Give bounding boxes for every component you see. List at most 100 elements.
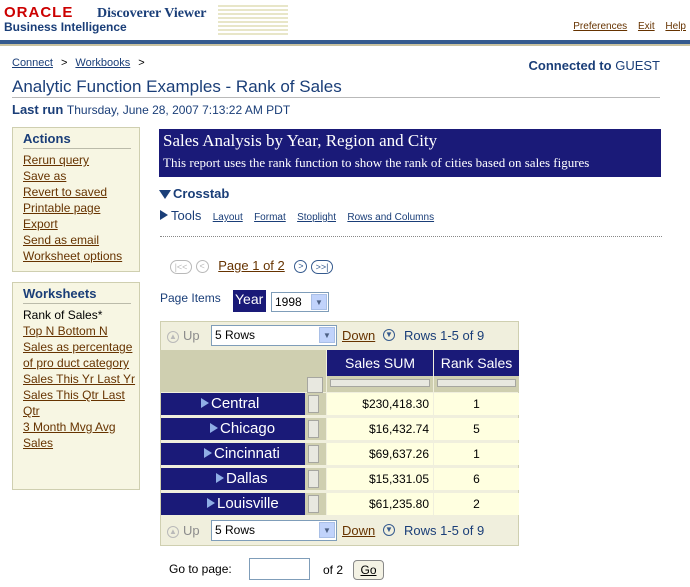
up-button[interactable]: ▲ Up [167, 328, 200, 343]
row-header-cincinnati[interactable]: Cincinnati [161, 443, 305, 465]
worksheet-3-month-mvg-avg[interactable]: 3 Month Mvg Avg Sales [23, 420, 116, 450]
worksheets-panel: Worksheets Rank of Sales* Top N Bottom N… [12, 282, 140, 490]
report-header: Sales Analysis by Year, Region and City … [159, 129, 661, 177]
cell-rank: 1 [434, 393, 519, 415]
preferences-link[interactable]: Preferences [573, 21, 627, 32]
row-city: Dallas [226, 470, 268, 487]
column-resize-bar[interactable] [327, 376, 433, 392]
report-description: This report uses the rank function to sh… [163, 155, 590, 170]
collapse-triangle-icon [159, 190, 171, 199]
worksheet-sales-this-qtr-last-qtr[interactable]: Sales This Qtr Last Qtr [23, 388, 125, 418]
crosstab-toggle[interactable]: Crosstab [159, 186, 229, 201]
action-worksheet-options[interactable]: Worksheet options [23, 249, 122, 263]
corner-handle[interactable] [307, 377, 323, 393]
action-save-as[interactable]: Save as [23, 169, 66, 183]
stoplight-link[interactable]: Stoplight [297, 212, 336, 223]
action-export[interactable]: Export [23, 217, 58, 231]
rows-select-value: 5 Rows [215, 523, 256, 537]
crosstab-grid: ▲ Up 5 Rows ▼ Down ▼ Rows 1-5 of 9 Sales S… [160, 321, 519, 546]
actions-title: Actions [23, 131, 131, 149]
row-header-dallas[interactable]: Dallas [161, 468, 305, 490]
business-intelligence-label: Business Intelligence [4, 20, 127, 34]
cell-rank: 6 [434, 468, 519, 490]
tools-toggle[interactable]: Tools [160, 208, 201, 223]
rows-select[interactable]: 5 Rows ▼ [211, 325, 337, 346]
up-label: Up [183, 523, 200, 538]
last-run-value: Thursday, June 28, 2007 7:13:22 AM PDT [66, 103, 291, 117]
row-handle[interactable] [305, 443, 326, 465]
expand-triangle-icon [160, 210, 168, 220]
next-page-icon[interactable]: > [294, 260, 308, 274]
row-handle[interactable] [305, 468, 326, 490]
action-send-as-email[interactable]: Send as email [23, 233, 99, 247]
year-select[interactable]: 1998 ▼ [271, 292, 329, 312]
expand-triangle-icon [210, 423, 218, 433]
page-indicator[interactable]: Page 1 of 2 [218, 258, 285, 273]
up-button[interactable]: ▲ Up [167, 523, 200, 538]
down-link[interactable]: Down [342, 328, 375, 343]
header-bar [0, 40, 690, 46]
row-city: Chicago [220, 420, 276, 437]
row-city: Central [211, 395, 260, 412]
down-arrow-icon[interactable]: ▼ [383, 329, 395, 341]
dotted-divider [160, 236, 662, 237]
row-header-central[interactable]: Central [161, 393, 305, 415]
header-decoration [218, 5, 288, 35]
worksheet-sales-this-yr-last-yr[interactable]: Sales This Yr Last Yr [23, 372, 135, 386]
last-page-icon[interactable]: >>| [311, 259, 333, 274]
row-handle[interactable] [305, 393, 326, 415]
expand-triangle-icon [204, 448, 212, 458]
row-header-louisville[interactable]: Louisville [161, 493, 305, 515]
row-city: Cincinnati [214, 445, 280, 462]
rows-range: Rows 1-5 of 9 [404, 328, 485, 343]
exit-link[interactable]: Exit [638, 21, 655, 32]
previous-page-icon[interactable]: < [195, 260, 209, 274]
row-handle[interactable] [305, 493, 326, 515]
help-link[interactable]: Help [665, 21, 686, 32]
go-button[interactable]: Go [353, 560, 384, 580]
title-divider [12, 97, 660, 98]
breadcrumb-connect[interactable]: Connect [12, 57, 53, 69]
layout-link[interactable]: Layout [213, 212, 243, 223]
rows-select[interactable]: 5 Rows ▼ [211, 520, 337, 541]
rows-range: Rows 1-5 of 9 [404, 523, 485, 538]
chevron-down-icon: ▼ [319, 522, 335, 538]
expand-triangle-icon [216, 473, 224, 483]
down-arrow-icon[interactable]: ▼ [383, 524, 395, 536]
format-link[interactable]: Format [254, 212, 286, 223]
page-item-year[interactable]: Year [233, 290, 266, 312]
row-header-chicago[interactable]: Chicago [161, 418, 305, 440]
down-link[interactable]: Down [342, 523, 375, 538]
column-header-sales-sum[interactable]: Sales SUM [327, 350, 433, 376]
page-items-label: Page Items [160, 291, 221, 305]
grid-corner [161, 350, 326, 392]
breadcrumb: Connect > Workbooks > [12, 57, 153, 69]
chevron-down-icon: ▼ [311, 294, 327, 310]
column-header-rank-sales[interactable]: Rank Sales [434, 350, 519, 376]
worksheet-sales-percentage[interactable]: Sales as percentage of pro duct category [23, 340, 132, 370]
row-handle[interactable] [305, 418, 326, 440]
crosstab-label: Crosstab [173, 186, 230, 201]
action-printable-page[interactable]: Printable page [23, 201, 100, 215]
oracle-logo: ORACLE [4, 4, 74, 21]
cell-rank: 1 [434, 443, 519, 465]
up-arrow-icon: ▲ [167, 525, 179, 538]
column-resize-bar[interactable] [434, 376, 519, 392]
expand-triangle-icon [207, 498, 215, 508]
cell-rank: 5 [434, 418, 519, 440]
action-rerun-query[interactable]: Rerun query [23, 153, 89, 167]
cell-rank: 2 [434, 493, 519, 515]
page-title: Analytic Function Examples - Rank of Sal… [12, 77, 342, 96]
cell-sales-sum: $15,331.05 [327, 468, 433, 490]
up-arrow-icon: ▲ [167, 330, 179, 343]
worksheet-top-n-bottom-n[interactable]: Top N Bottom N [23, 324, 108, 338]
action-revert-to-saved[interactable]: Revert to saved [23, 185, 107, 199]
actions-panel: Actions Rerun query Save as Revert to sa… [12, 127, 140, 272]
cell-sales-sum: $69,637.26 [327, 443, 433, 465]
rows-and-columns-link[interactable]: Rows and Columns [347, 212, 434, 223]
breadcrumb-workbooks[interactable]: Workbooks [75, 57, 130, 69]
connected-user: GUEST [615, 58, 660, 73]
tools-label: Tools [171, 208, 202, 223]
first-page-icon[interactable]: |<< [170, 259, 192, 274]
goto-page-input[interactable] [249, 558, 310, 580]
